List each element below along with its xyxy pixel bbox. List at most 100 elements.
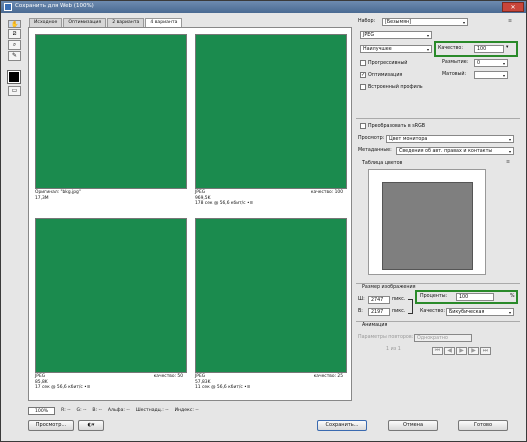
quality-input[interactable]: 100 bbox=[474, 45, 504, 53]
blur-input[interactable]: 0 ▾ bbox=[474, 59, 508, 67]
embed-profile-checkbox[interactable]: Встроенный профиль bbox=[360, 84, 423, 90]
alpha-readout: Альфа: -- bbox=[107, 408, 130, 413]
eyedropper-color-swatch[interactable] bbox=[7, 70, 21, 84]
optimized-checkbox[interactable]: ✓ Оптимизация bbox=[360, 72, 402, 78]
resample-label: Качество: bbox=[420, 309, 445, 314]
metadata-select[interactable]: Сведения об авт. правах и контакты ▾ bbox=[396, 147, 514, 155]
optimized-label: Оптимизация bbox=[368, 72, 403, 78]
compression-select[interactable]: Наилучшее ▾ bbox=[360, 45, 432, 53]
chevron-down-icon: ▾ bbox=[502, 73, 505, 78]
pane-quality: качество: 25 bbox=[313, 374, 343, 379]
app-icon bbox=[4, 3, 12, 11]
checkbox-box[interactable] bbox=[360, 84, 366, 90]
checkbox-box[interactable] bbox=[360, 123, 366, 129]
preset-value: [Безымян] bbox=[385, 20, 411, 25]
settings-panel: Набор: [Безымян] ▾ ≡ JPEG ▾ Наилучшее ▾ Кач… bbox=[356, 17, 520, 403]
chevron-down-icon: ▾ bbox=[508, 310, 511, 315]
green-readout: G: -- bbox=[76, 408, 87, 413]
color-table bbox=[368, 169, 486, 275]
title-bar: Сохранить для Web (100%) ✕ bbox=[1, 1, 526, 13]
last-frame-icon[interactable]: ⏭ bbox=[480, 347, 491, 355]
view-tabs: Исходное Оптимизация 2 варианта 4 вариан… bbox=[29, 18, 183, 27]
color-table-menu-icon[interactable]: ≡ bbox=[506, 160, 510, 165]
preview-image bbox=[35, 218, 187, 373]
matte-label: Матовый: bbox=[442, 72, 467, 77]
prev-frame-icon[interactable]: ◀ bbox=[444, 347, 455, 355]
preview-image bbox=[195, 218, 347, 373]
convert-srgb-label: Преобразовать в sRGB bbox=[368, 123, 426, 129]
hand-tool-icon[interactable]: ✋ bbox=[8, 20, 21, 28]
pane-line2: 17,3M bbox=[35, 195, 49, 201]
panel-menu-icon[interactable]: ≡ bbox=[508, 19, 512, 24]
quality-label: Качество: bbox=[438, 46, 463, 51]
toggle-slices-icon[interactable]: ▭ bbox=[8, 86, 21, 96]
divider bbox=[356, 321, 520, 322]
percent-label: Проценты: bbox=[420, 294, 448, 299]
browser-preview-icon[interactable]: ◐▾ bbox=[78, 420, 104, 431]
loop-select[interactable]: Однократно bbox=[414, 334, 472, 342]
percent-input[interactable]: 100 bbox=[456, 293, 494, 301]
window-title: Сохранить для Web (100%) bbox=[15, 3, 94, 9]
height-value: 2197 bbox=[371, 310, 384, 315]
format-select[interactable]: JPEG ▾ bbox=[360, 31, 432, 39]
next-frame-icon[interactable]: ▶ bbox=[468, 347, 479, 355]
preview-label: Просмотр: bbox=[358, 136, 385, 141]
frame-counter: 1 из 1 bbox=[386, 347, 401, 352]
hex-readout: Шестнадц.: -- bbox=[135, 408, 169, 413]
width-unit: пикс. bbox=[392, 297, 406, 302]
preview-pane-original[interactable]: Оригинал: "bkg.jpg" 17,3M bbox=[31, 30, 189, 216]
quality-dropdown-icon[interactable]: ▾ bbox=[506, 45, 508, 50]
width-value: 2747 bbox=[371, 298, 384, 303]
percent-value: 100 bbox=[459, 295, 469, 300]
height-unit: пикс. bbox=[392, 309, 406, 314]
chevron-down-icon: ▾ bbox=[426, 47, 429, 52]
progressive-checkbox[interactable]: Прогрессивный bbox=[360, 60, 407, 66]
resample-value: Бикубическая bbox=[449, 310, 485, 315]
animation-title: Анимация bbox=[362, 323, 388, 328]
checkbox-box[interactable]: ✓ bbox=[360, 72, 366, 78]
divider bbox=[356, 283, 520, 284]
blur-label: Размытие: bbox=[442, 60, 469, 65]
width-label: Ш: bbox=[358, 297, 365, 302]
tab-4-up[interactable]: 4 варианта bbox=[145, 18, 183, 27]
close-button[interactable]: ✕ bbox=[502, 2, 524, 12]
constrain-link-icon[interactable] bbox=[408, 299, 413, 314]
height-label: В: bbox=[358, 309, 363, 314]
preview-pane-3[interactable]: JPEG 85,8K 17 сек @ 56,6 кбит/с •≡ качес… bbox=[31, 214, 189, 400]
quality-value: 100 bbox=[477, 47, 487, 52]
checkbox-box[interactable] bbox=[360, 60, 366, 66]
height-input[interactable]: 2197 bbox=[368, 308, 390, 316]
zoom-select[interactable]: 100% bbox=[28, 406, 56, 415]
zoom-tool-icon[interactable]: ⌕ bbox=[8, 40, 21, 50]
divider bbox=[356, 118, 520, 119]
play-icon[interactable]: ▶ bbox=[456, 347, 467, 355]
pane-quality: качество: 100 bbox=[310, 190, 343, 195]
blur-value: 0 bbox=[477, 61, 481, 66]
resample-select[interactable]: Бикубическая ▾ bbox=[446, 308, 514, 316]
eyedropper-icon[interactable]: ✎ bbox=[8, 51, 21, 61]
preview-value: Цвет монитора bbox=[389, 137, 428, 142]
cancel-button[interactable]: Отмена bbox=[388, 420, 438, 431]
done-button[interactable]: Готово bbox=[458, 420, 508, 431]
slice-select-icon[interactable]: ⧄ bbox=[8, 29, 21, 39]
tab-2-up[interactable]: 2 варианта bbox=[107, 18, 145, 27]
progressive-label: Прогрессивный bbox=[368, 60, 408, 66]
chevron-down-icon: ▾ bbox=[508, 149, 511, 154]
first-frame-icon[interactable]: ⏮ bbox=[432, 347, 443, 355]
save-button[interactable]: Сохранить... bbox=[317, 420, 367, 431]
preview-image bbox=[195, 34, 347, 189]
pane-line3: 17 сек @ 56,6 кбит/с •≡ bbox=[35, 385, 91, 390]
preview-button[interactable]: Просмотр... bbox=[28, 420, 74, 431]
chevron-down-icon: ▾ bbox=[426, 33, 429, 38]
tab-optimized[interactable]: Оптимизация bbox=[63, 18, 107, 27]
preview-pane-2[interactable]: JPEG 969,5K 178 сек @ 56,6 кбит/с •≡ кач… bbox=[191, 30, 349, 216]
matte-select[interactable]: ▾ bbox=[474, 71, 508, 79]
preset-select[interactable]: [Безымян] ▾ bbox=[382, 18, 468, 26]
percent-unit: % bbox=[510, 294, 515, 299]
width-input[interactable]: 2747 bbox=[368, 296, 390, 304]
preview-select[interactable]: Цвет монитора ▾ bbox=[386, 135, 514, 143]
preview-pane-4[interactable]: JPEG 57,83K 11 сек @ 56,6 кбит/с •≡ каче… bbox=[191, 214, 349, 400]
save-for-web-dialog: Сохранить для Web (100%) ✕ ✋ ⧄ ⌕ ✎ ▭ Исх… bbox=[0, 0, 527, 442]
convert-srgb-checkbox[interactable]: Преобразовать в sRGB bbox=[360, 123, 425, 129]
tab-original[interactable]: Исходное bbox=[29, 18, 63, 27]
